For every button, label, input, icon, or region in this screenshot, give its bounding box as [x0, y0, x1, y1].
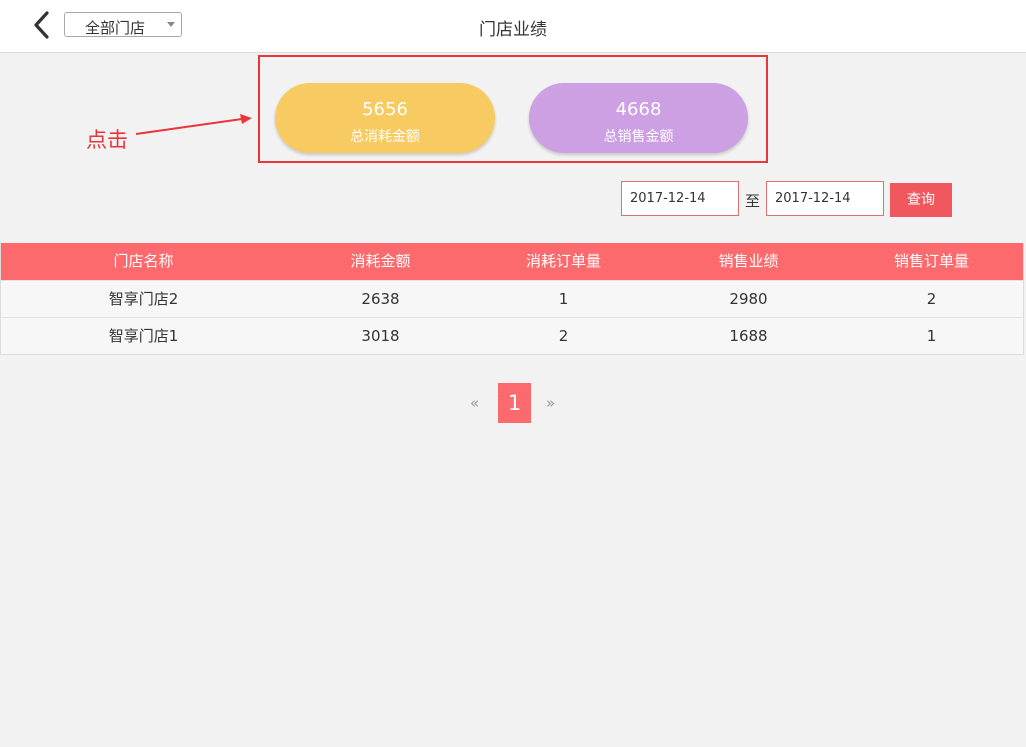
pagination: « 1 »	[470, 383, 570, 423]
column-header-store-name: 门店名称	[113, 252, 174, 270]
cell-sales-orders: 2	[926, 290, 937, 308]
cell-sales-amount: 1688	[729, 327, 768, 345]
top-bar: 全部门店 门店业绩	[0, 0, 1026, 53]
query-button[interactable]: 查询	[890, 183, 952, 217]
total-consume-value: 5656	[362, 99, 408, 120]
pagination-page-current[interactable]: 1	[498, 383, 531, 423]
total-sales-label: 总销售金额	[603, 129, 674, 145]
cell-store-name: 智享门店2	[108, 290, 179, 308]
cell-consume-orders: 2	[558, 327, 569, 345]
start-date-input[interactable]: 2017-12-14	[621, 181, 739, 216]
column-header-consume-orders: 消耗订单量	[525, 252, 601, 270]
column-header-sales-amount: 销售业绩	[718, 252, 779, 270]
cell-sales-amount: 2980	[729, 290, 768, 308]
cell-store-name: 智享门店1	[108, 327, 179, 345]
annotation-arrow-icon	[135, 114, 252, 135]
cell-consume-amount: 2638	[361, 290, 400, 308]
cell-consume-amount: 3018	[361, 327, 400, 345]
total-consume-label: 总消耗金额	[350, 129, 420, 145]
store-performance-table: 门店名称 消耗金额 消耗订单量 销售业绩 销售订单量 智享门店2 2638 1 …	[0, 243, 1024, 355]
cell-consume-orders: 1	[558, 290, 569, 308]
page-title: 门店业绩	[479, 20, 547, 40]
table-header-row: 门店名称 消耗金额 消耗订单量 销售业绩 销售订单量	[1, 243, 1023, 280]
date-range-separator: 至	[745, 192, 761, 210]
pagination-next-button[interactable]: »	[546, 394, 555, 412]
table-row[interactable]: 智享门店2 2638 1 2980 2	[1, 280, 1023, 317]
total-consume-button[interactable]: 5656 总消耗金额	[275, 83, 495, 153]
table-row[interactable]: 智享门店1 3018 2 1688 1	[1, 317, 1023, 354]
column-header-consume-amount: 消耗金额	[350, 252, 411, 270]
total-sales-value: 4668	[615, 99, 662, 120]
column-header-sales-orders: 销售订单量	[893, 252, 969, 270]
pagination-prev-button[interactable]: «	[470, 394, 479, 412]
end-date-input[interactable]: 2017-12-14	[766, 181, 884, 216]
cell-sales-orders: 1	[926, 327, 937, 345]
annotation-label: 点击	[86, 128, 128, 152]
total-sales-button[interactable]: 4668 总销售金额	[529, 83, 748, 153]
